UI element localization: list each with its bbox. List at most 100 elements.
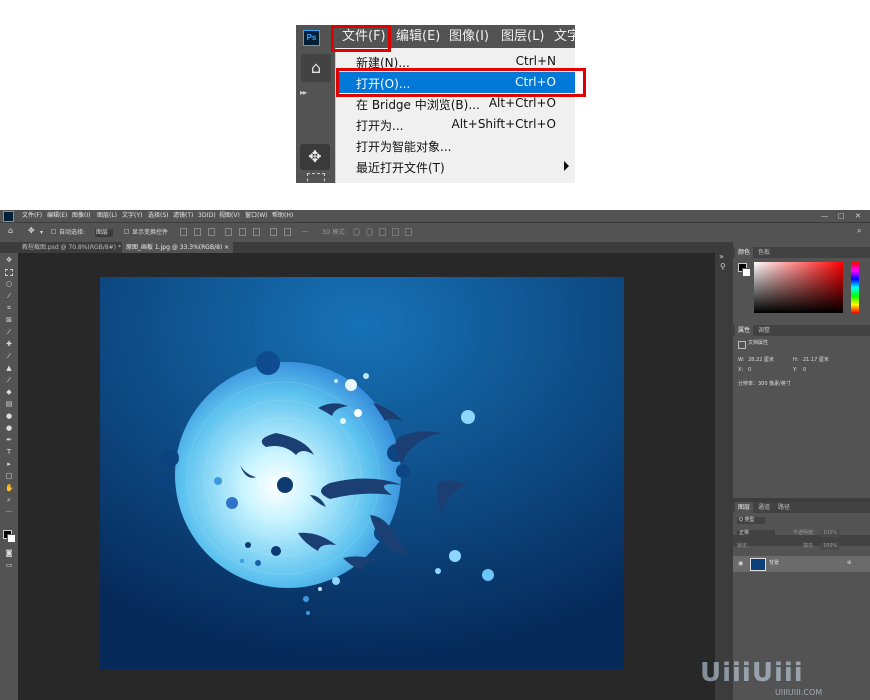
3d-roll-icon[interactable] (366, 228, 373, 236)
3d-orbit-icon[interactable] (353, 228, 360, 236)
align-center-icon[interactable] (239, 228, 246, 236)
ps-menu-edit[interactable]: 编辑(E) (47, 211, 67, 221)
layer-filter-dropdown[interactable]: Q 类型 (737, 517, 765, 524)
gradient-tool-icon[interactable]: ▤ (5, 401, 13, 408)
quick-select-tool-icon[interactable]: ⁄ (5, 293, 13, 300)
show-transform-checkbox[interactable] (124, 229, 129, 234)
menu-item-open-smart-object[interactable]: 打开为智能对象... (336, 135, 575, 156)
auto-select-checkbox[interactable] (51, 229, 56, 234)
move-tool-icon[interactable]: ✥ (300, 144, 330, 170)
eyedropper-tool-icon[interactable]: ⁄ (5, 329, 13, 336)
3d-scale-icon[interactable] (405, 228, 412, 236)
stamp-tool-icon[interactable]: ▲ (5, 365, 13, 372)
frame-tool-icon[interactable]: ⊠ (5, 317, 13, 324)
tab-tutorial-psd[interactable]: 教程截图.psd @ 70.8%(RGB/8#) * × (18, 242, 132, 253)
dropdown-caret-icon[interactable]: ▾ (40, 229, 43, 237)
marquee-tool-icon[interactable] (5, 269, 13, 276)
ps-menu-type[interactable]: 文字(Y) (122, 211, 142, 221)
move-tool-icon[interactable]: ✥ (5, 257, 13, 264)
ps-menu-help[interactable]: 帮助(H) (272, 211, 293, 221)
type-tool-icon[interactable]: T (5, 449, 13, 456)
layer-select-dropdown[interactable]: 图层 (95, 229, 114, 237)
menu-item-open-as[interactable]: 打开为... Alt+Shift+Ctrl+O (336, 114, 575, 135)
move-tool-options-icon[interactable]: ✥ (28, 227, 35, 235)
ps-menu-view[interactable]: 视图(V) (219, 211, 240, 221)
menu-type[interactable]: 文字 (554, 28, 575, 46)
home-icon[interactable]: ⌂ (8, 227, 13, 235)
tab-paths[interactable]: 路径 (775, 502, 793, 513)
layer-row-background[interactable]: ◉ 背景 ⊕ (733, 556, 870, 572)
home-icon[interactable]: ⌂ (301, 54, 331, 82)
expand-panels-icon[interactable]: » (719, 252, 724, 261)
fill-value[interactable]: 100% (821, 543, 840, 550)
blend-mode-dropdown[interactable]: 正常 (737, 530, 776, 537)
menu-layer[interactable]: 图层(L) (501, 28, 544, 46)
quick-mask-icon[interactable]: ◙ (5, 550, 13, 557)
align-middle-icon[interactable] (194, 228, 201, 236)
y-value[interactable]: 0 (803, 367, 806, 374)
tab-swatches[interactable]: 色板 (755, 247, 773, 258)
align-right-icon[interactable] (253, 228, 260, 236)
ps-menu-file[interactable]: 文件(F) (22, 211, 42, 221)
x-value[interactable]: 0 (748, 367, 751, 374)
ps-menu-window[interactable]: 窗口(W) (245, 211, 268, 221)
menu-image[interactable]: 图像(I) (449, 28, 489, 46)
ps-menu-select[interactable]: 选择(S) (148, 211, 169, 221)
history-panel-icon[interactable]: ⚲ (720, 262, 726, 271)
tab-original-jpg[interactable]: 原图_画板 1.jpg @ 33.3%(RGB/8) × (122, 242, 234, 253)
ps-menu-image[interactable]: 图像(I) (72, 211, 90, 221)
resolution-text: 分辨率：300 像素/英寸 (738, 381, 791, 387)
color-picker-field[interactable] (754, 262, 843, 313)
menu-item-recent-files[interactable]: 最近打开文件(T) (336, 156, 575, 177)
tab-channels[interactable]: 通道 (755, 502, 773, 513)
shape-tool-icon[interactable]: □ (5, 473, 13, 480)
marquee-tool-icon[interactable] (307, 173, 325, 183)
align-left-icon[interactable] (225, 228, 232, 236)
dodge-tool-icon[interactable]: ● (5, 425, 13, 432)
minimize-icon[interactable]: — (821, 211, 828, 221)
eye-icon[interactable]: ◉ (738, 560, 743, 567)
align-top-icon[interactable] (180, 228, 187, 236)
3d-pan-icon[interactable] (379, 228, 386, 236)
tab-close-icon[interactable]: × (224, 244, 229, 251)
distribute-horizontal-icon[interactable] (284, 228, 291, 236)
ps-menu-3d[interactable]: 3D(D) (198, 211, 216, 221)
3d-slide-icon[interactable] (392, 228, 399, 236)
maximize-icon[interactable]: □ (838, 211, 845, 221)
hue-slider[interactable] (851, 262, 859, 313)
edit-toolbar-icon[interactable]: ··· (5, 509, 13, 516)
hand-tool-icon[interactable]: ✋ (5, 485, 14, 492)
width-value[interactable]: 28.22 厘米 (748, 357, 774, 364)
tab-adjustments[interactable]: 调整 (755, 325, 773, 336)
healing-tool-icon[interactable]: ✚ (5, 341, 13, 348)
height-value[interactable]: 21.17 厘米 (803, 357, 829, 364)
screen-mode-icon[interactable]: ▭ (5, 562, 13, 569)
zoom-tool-icon[interactable]: ⌕ (5, 497, 13, 504)
align-bottom-icon[interactable] (208, 228, 215, 236)
search-icon[interactable]: ⌕ (857, 227, 861, 235)
ps-menu-filter[interactable]: 滤镜(T) (173, 211, 193, 221)
tab-layers[interactable]: 图层 (735, 502, 754, 513)
ps-menu-layer[interactable]: 图层(L) (97, 211, 117, 221)
blur-tool-icon[interactable]: ● (5, 413, 13, 420)
opacity-value[interactable]: 100% (821, 530, 840, 537)
tab-properties[interactable]: 属性 (735, 325, 754, 336)
background-color-swatch[interactable] (7, 534, 16, 543)
more-options-icon[interactable]: ··· (302, 229, 308, 237)
path-select-tool-icon[interactable]: ▸ (5, 461, 13, 468)
pen-tool-icon[interactable]: ✒ (5, 437, 13, 444)
lasso-tool-icon[interactable]: ○ (5, 281, 13, 288)
lock-icon[interactable]: ⊕ (847, 560, 851, 567)
color-panel-background-swatch[interactable] (742, 268, 751, 277)
expand-panels-icon[interactable]: ▸▸ (300, 88, 307, 97)
tab-color[interactable]: 颜色 (735, 247, 754, 258)
close-window-icon[interactable]: ✕ (855, 211, 861, 221)
distribute-icon[interactable] (270, 228, 277, 236)
menu-edit[interactable]: 编辑(E) (396, 28, 440, 46)
eraser-tool-icon[interactable]: ◆ (5, 389, 13, 396)
brush-tool-icon[interactable]: ⁄ (5, 353, 13, 360)
crop-tool-icon[interactable]: ⌗ (5, 305, 13, 312)
layer-name: 背景 (769, 560, 780, 566)
history-brush-icon[interactable]: ⁄ (5, 377, 13, 384)
document-canvas[interactable] (18, 253, 715, 700)
